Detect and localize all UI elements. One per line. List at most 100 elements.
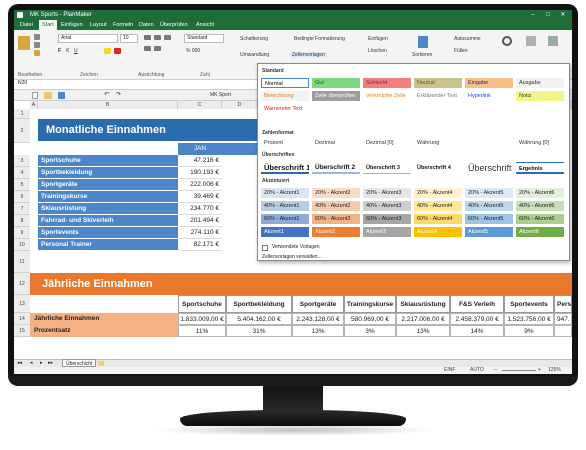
zoom-slider[interactable]	[502, 370, 536, 371]
font-size-select[interactable]: 10	[120, 34, 138, 43]
yearly-value[interactable]: 2.243.128,00 €	[292, 313, 344, 325]
style-accent[interactable]: Akzent3	[363, 227, 411, 237]
row-header[interactable]: 2	[14, 119, 30, 143]
style-verkn-pfte-zelle[interactable]: Verknüpfte Zelle	[363, 91, 411, 101]
menu-datei[interactable]: Datei	[17, 20, 36, 30]
row-header[interactable]: 6	[14, 191, 30, 203]
autosum-button[interactable]: Autosumme	[454, 36, 481, 42]
monthly-label[interactable]: Sportgeräte	[38, 179, 178, 191]
percent-value[interactable]	[554, 325, 572, 337]
menu-daten[interactable]: Daten	[136, 20, 157, 30]
style-number-format[interactable]: Währung [0]	[516, 138, 564, 148]
row-header[interactable]: 12	[14, 273, 30, 295]
style-heading[interactable]: Überschrift 4	[414, 162, 462, 174]
select-all-icon[interactable]	[548, 36, 558, 46]
menu-formeln[interactable]: Formeln	[110, 20, 136, 30]
row-header[interactable]: 14	[14, 313, 30, 325]
row-header[interactable]: 10	[14, 239, 30, 251]
percent-value[interactable]: 13%	[292, 325, 344, 337]
zoom-out-icon[interactable]: –	[494, 367, 497, 374]
sheet-tab[interactable]: Überschicht	[62, 359, 97, 367]
style-accent[interactable]: 20% - Akzent6	[516, 188, 564, 198]
yearly-value[interactable]: 5.404.162,00 €	[226, 313, 292, 325]
style-accent[interactable]: 20% - Akzent1	[261, 188, 309, 198]
row-header[interactable]: 4	[14, 167, 30, 179]
style-accent[interactable]: 60% - Akzent6	[516, 214, 564, 224]
percent-button[interactable]: % 000	[186, 48, 200, 54]
sort-icon[interactable]	[418, 36, 428, 48]
row-header[interactable]: 8	[14, 215, 30, 227]
yearly-header[interactable]: Sportgeräte	[292, 295, 344, 313]
style-accent[interactable]: 60% - Akzent2	[312, 214, 360, 224]
menu-ueberpruefen[interactable]: Überprüfen	[157, 20, 191, 30]
column-header-b[interactable]: B	[38, 101, 178, 109]
monthly-value[interactable]: 274.110 €	[178, 227, 222, 239]
used-styles-checkbox[interactable]	[262, 245, 268, 251]
style-accent[interactable]: Akzent1	[261, 227, 309, 237]
yearly-value[interactable]: 1.833.009,00 €	[178, 313, 226, 325]
undo-icon[interactable]: ↶	[104, 91, 109, 98]
monthly-value[interactable]: 47.216 €	[178, 155, 222, 167]
italic-button[interactable]: K	[66, 48, 69, 54]
search-icon[interactable]	[502, 36, 512, 46]
style-berechnung[interactable]: Berechnung	[261, 91, 309, 101]
style-accent[interactable]: 40% - Akzent4	[414, 201, 462, 211]
delete-cells-button[interactable]: Löschen	[368, 48, 387, 54]
cut-icon[interactable]	[34, 34, 40, 40]
style-number-format[interactable]: Dezimal	[312, 138, 360, 148]
style-accent[interactable]: 40% - Akzent1	[261, 201, 309, 211]
style-accent[interactable]: 20% - Akzent3	[363, 188, 411, 198]
style-number-format[interactable]: Dezimal [0]	[363, 138, 411, 148]
yearly-header[interactable]: Sportschuhe	[178, 295, 226, 313]
monthly-value[interactable]: 222.006 €	[178, 179, 222, 191]
menu-layout[interactable]: Layout	[87, 20, 110, 30]
yearly-row-label[interactable]: Prozentsatz	[30, 325, 178, 337]
row-header[interactable]: 7	[14, 203, 30, 215]
column-header-d[interactable]: D	[222, 101, 258, 109]
yearly-value[interactable]: 947.	[554, 313, 572, 325]
menu-einfuegen[interactable]: Einfügen	[58, 20, 86, 30]
wrap-text-icon[interactable]	[144, 46, 151, 51]
style-hyperlink[interactable]: Hyperlink	[465, 91, 513, 101]
align-left-icon[interactable]	[144, 35, 151, 40]
style-accent[interactable]: Akzent2	[312, 227, 360, 237]
monthly-value[interactable]: 190.193 €	[178, 167, 222, 179]
style-number-format[interactable]: Prozent	[261, 138, 309, 148]
insert-cells-button[interactable]: Einfügen	[368, 36, 388, 42]
style-heading[interactable]: Überschrift 2	[312, 162, 360, 174]
yearly-header[interactable]: Skiausrüstung	[396, 295, 450, 313]
yearly-header[interactable]: Person	[554, 295, 572, 313]
style-ausgabe[interactable]: Ausgabe	[516, 78, 564, 88]
next-sheet-icon[interactable]: ▸	[40, 360, 43, 366]
add-sheet-icon[interactable]	[98, 361, 104, 366]
first-sheet-icon[interactable]: ◂◂	[17, 360, 22, 366]
redo-icon[interactable]: ↷	[116, 91, 121, 98]
percent-value[interactable]: 3%	[344, 325, 396, 337]
style-accent[interactable]: 40% - Akzent6	[516, 201, 564, 211]
last-sheet-icon[interactable]: ▸▸	[48, 360, 53, 366]
style-zelle-berpr-fen[interactable]: Zelle überprüfen	[312, 91, 360, 101]
monthly-label[interactable]: Skiausrüstung	[38, 203, 178, 215]
style-gut[interactable]: Gut	[312, 78, 360, 88]
yearly-title[interactable]: Jährliche Einnahmen	[30, 273, 572, 295]
prev-sheet-icon[interactable]: ◂	[30, 360, 33, 366]
font-name-select[interactable]: Arial	[58, 34, 118, 43]
shading-button[interactable]: Schattierung	[240, 36, 268, 42]
column-header-a[interactable]: A	[30, 101, 38, 109]
style-accent[interactable]: 20% - Akzent5	[465, 188, 513, 198]
paste-icon[interactable]	[18, 36, 30, 50]
percent-value[interactable]: 31%	[226, 325, 292, 337]
cell-reference-box[interactable]: N20	[16, 80, 56, 89]
monthly-label[interactable]: Sportschuhe	[38, 155, 178, 167]
number-format-select[interactable]: Standard	[184, 34, 224, 43]
cell-styles-button[interactable]: Zellenvorlagen	[290, 52, 327, 58]
monthly-label[interactable]: Sportbekleidung	[38, 167, 178, 179]
menu-start[interactable]: Start	[39, 20, 57, 30]
yearly-value[interactable]: 2.217.006,00 €	[396, 313, 450, 325]
bold-button[interactable]: F	[58, 48, 61, 54]
monthly-value[interactable]: 82.171 €	[178, 239, 222, 251]
copy-icon[interactable]	[34, 42, 40, 48]
monthly-label[interactable]: Sportevents	[38, 227, 178, 239]
monthly-value[interactable]: 234.770 €	[178, 203, 222, 215]
menu-ansicht[interactable]: Ansicht	[193, 20, 217, 30]
